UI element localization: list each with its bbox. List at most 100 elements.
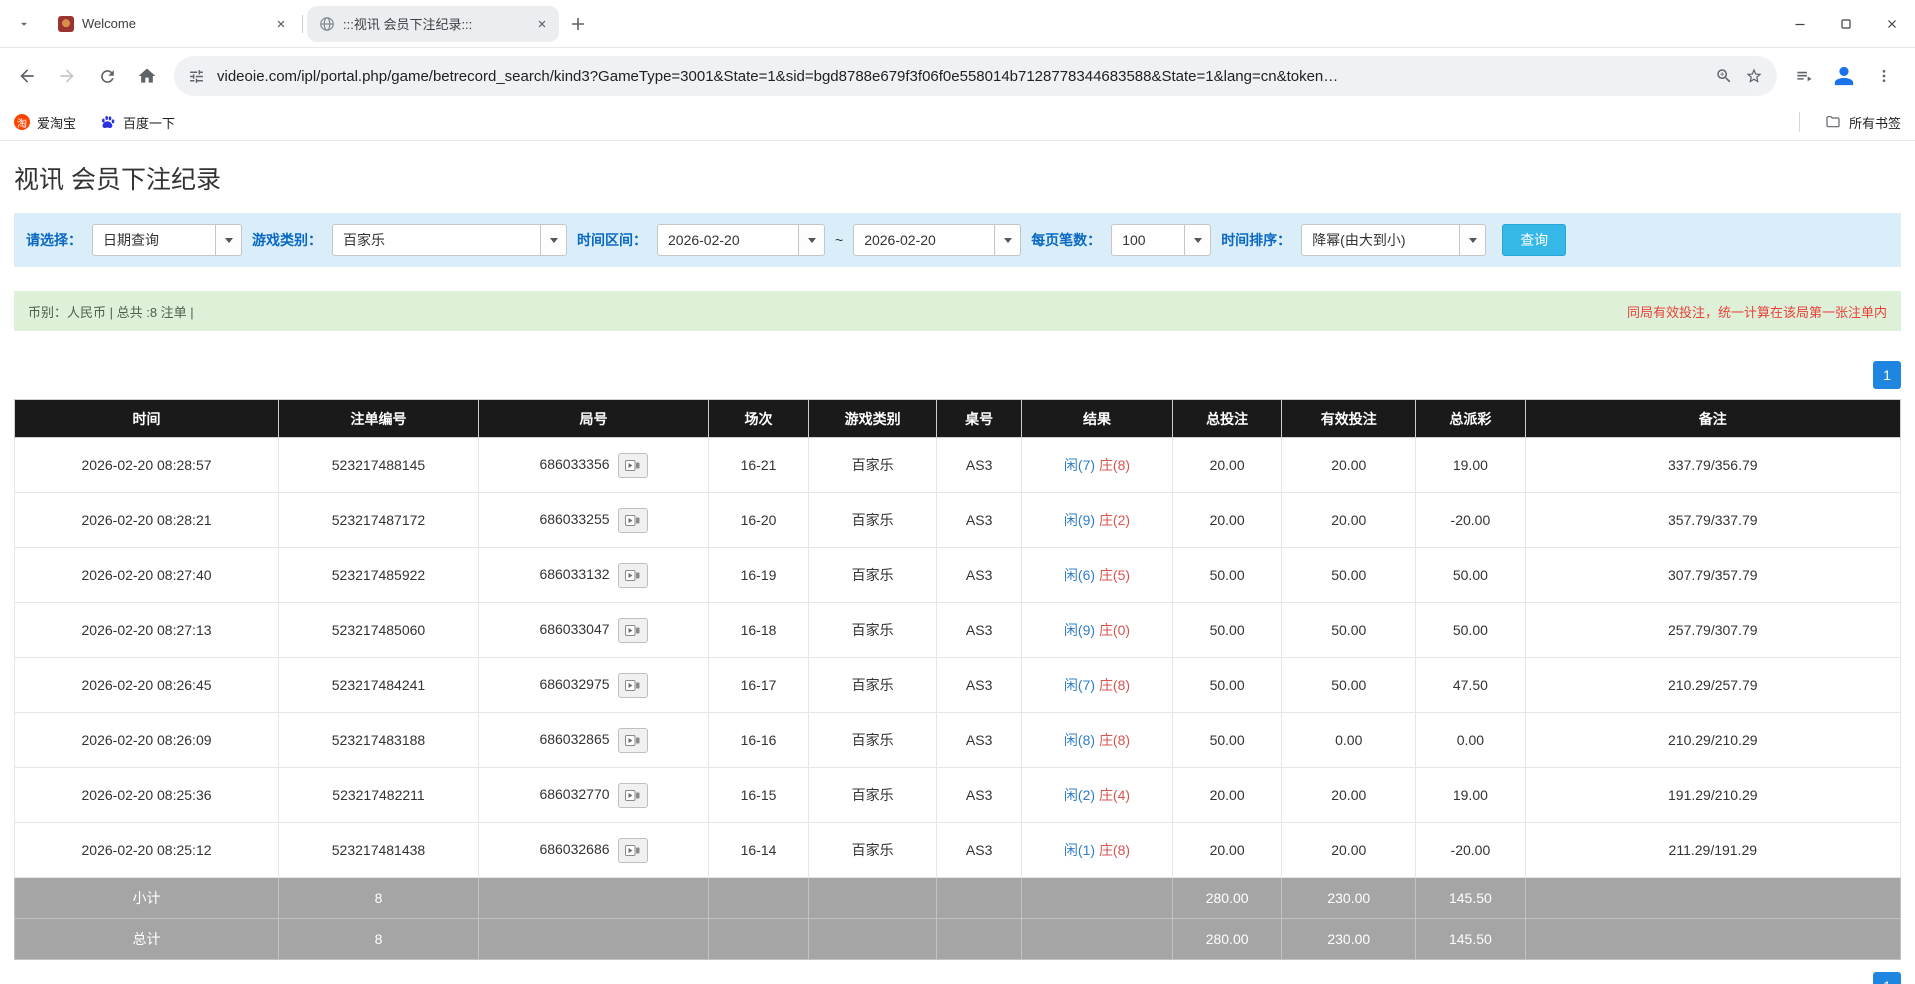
video-replay-icon bbox=[625, 459, 640, 471]
taobao-icon: 淘 bbox=[14, 114, 30, 130]
query-type-label: 请选择： bbox=[26, 232, 82, 248]
footer-empty-cell bbox=[708, 877, 809, 919]
footer-empty-cell bbox=[708, 918, 809, 960]
cell-table-no: AS3 bbox=[936, 547, 1023, 603]
page-size-select[interactable]: 100 bbox=[1111, 224, 1212, 256]
chevron-down-icon[interactable] bbox=[994, 225, 1021, 255]
query-type-select[interactable]: 日期查询 bbox=[92, 224, 242, 256]
chevron-down-icon[interactable] bbox=[215, 225, 241, 255]
round-replay-button[interactable] bbox=[617, 507, 648, 533]
sort-select[interactable]: 降幂(由大到小) bbox=[1301, 224, 1487, 256]
url-text: videoie.com/ipl/portal.php/game/betrecor… bbox=[217, 67, 1339, 85]
minimize-button[interactable] bbox=[1777, 0, 1823, 47]
chevron-down-icon[interactable] bbox=[540, 225, 566, 255]
cell-total-bet[interactable]: 20.00 bbox=[1171, 822, 1283, 878]
table-row: 2026-02-20 08:25:12 523217481438 686032686… bbox=[13, 822, 1902, 878]
result-banker: 庄(4) bbox=[1098, 787, 1131, 803]
chevron-down-icon[interactable] bbox=[798, 225, 824, 255]
table-row: 2026-02-20 08:27:13 523217485060 686033047… bbox=[13, 602, 1902, 658]
date-from-select[interactable]: 2026-02-20 bbox=[657, 224, 825, 256]
site-info-icon[interactable] bbox=[188, 68, 205, 85]
round-replay-button[interactable] bbox=[617, 617, 648, 643]
tab-welcome[interactable]: Welcome bbox=[46, 6, 298, 42]
cell-round: 686032865 bbox=[477, 712, 710, 768]
tab-close-icon[interactable] bbox=[272, 15, 290, 33]
menu-button[interactable] bbox=[1865, 57, 1903, 95]
home-icon bbox=[138, 68, 156, 83]
column-header: 局号 bbox=[477, 399, 710, 438]
refresh-button[interactable] bbox=[88, 57, 126, 95]
cell-result: 闲(7) 庄(8) bbox=[1021, 657, 1173, 713]
all-bookmarks-button[interactable]: 所有书签 bbox=[1824, 113, 1901, 132]
zoom-icon[interactable] bbox=[1715, 67, 1733, 85]
welcome-favicon-icon bbox=[58, 15, 74, 32]
column-header: 场次 bbox=[708, 399, 809, 438]
round-replay-button[interactable] bbox=[617, 837, 648, 863]
maximize-button[interactable] bbox=[1823, 0, 1869, 47]
cell-result: 闲(6) 庄(5) bbox=[1021, 547, 1173, 603]
cell-note: 307.79/357.79 bbox=[1524, 547, 1902, 603]
bookmark-label: 百度一下 bbox=[123, 115, 176, 131]
round-replay-button[interactable] bbox=[617, 452, 648, 478]
tab-search-button[interactable] bbox=[10, 10, 38, 38]
bookmark-aitaobao[interactable]: 淘 爱淘宝 bbox=[14, 113, 76, 132]
table-row: 2026-02-20 08:28:57 523217488145 686033356… bbox=[13, 437, 1902, 493]
round-replay-button[interactable] bbox=[617, 562, 648, 588]
footer-empty-cell bbox=[1524, 877, 1902, 919]
cell-total-bet[interactable]: 20.00 bbox=[1171, 767, 1283, 823]
cell-table-no: AS3 bbox=[936, 492, 1023, 548]
date-range-label: 时间区间： bbox=[577, 232, 647, 248]
cell-session: 16-16 bbox=[708, 712, 809, 768]
address-bar[interactable]: videoie.com/ipl/portal.php/game/betrecor… bbox=[174, 56, 1777, 96]
table-row: 2026-02-20 08:25:36 523217482211 686032770… bbox=[13, 767, 1902, 823]
cell-total-bet[interactable]: 20.00 bbox=[1171, 492, 1283, 548]
round-replay-button[interactable] bbox=[617, 672, 648, 698]
tab-divider bbox=[302, 14, 303, 33]
round-number: 686032770 bbox=[539, 785, 610, 802]
tab-close-icon[interactable] bbox=[533, 15, 551, 33]
forward-button[interactable] bbox=[48, 57, 86, 95]
bookmark-baidu[interactable]: 百度一下 bbox=[100, 113, 175, 132]
cell-total-bet[interactable]: 50.00 bbox=[1171, 712, 1283, 768]
video-replay-icon bbox=[625, 514, 640, 526]
footer-valid-bet: 230.00 bbox=[1281, 877, 1417, 919]
date-to-select[interactable]: 2026-02-20 bbox=[853, 224, 1022, 256]
profile-avatar[interactable] bbox=[1825, 57, 1863, 95]
new-tab-button[interactable] bbox=[563, 9, 593, 39]
search-button[interactable]: 查询 bbox=[1502, 224, 1567, 256]
tab-betrecord[interactable]: :::视讯 会员下注纪录::: bbox=[307, 5, 559, 42]
cell-total-bet[interactable]: 50.00 bbox=[1171, 657, 1283, 713]
table-row: 2026-02-20 08:28:21 523217487172 686033255… bbox=[13, 492, 1902, 548]
round-replay-button[interactable] bbox=[617, 782, 648, 808]
bookmark-star-icon[interactable] bbox=[1745, 67, 1763, 85]
cell-total-bet[interactable]: 50.00 bbox=[1171, 547, 1283, 603]
cell-total-bet[interactable]: 50.00 bbox=[1171, 602, 1283, 658]
page-1-button[interactable]: 1 bbox=[1873, 361, 1901, 389]
page-1-button[interactable]: 1 bbox=[1873, 972, 1901, 984]
chevron-down-icon[interactable] bbox=[1184, 225, 1211, 255]
cell-result: 闲(2) 庄(4) bbox=[1021, 767, 1173, 823]
home-button[interactable] bbox=[128, 57, 166, 95]
cell-time: 2026-02-20 08:28:57 bbox=[13, 437, 280, 493]
globe-icon bbox=[319, 16, 335, 32]
footer-empty-cell bbox=[1021, 918, 1173, 960]
round-number: 686033356 bbox=[539, 455, 610, 472]
tab-bar: Welcome :::视讯 会员下注纪录::: bbox=[0, 0, 1915, 48]
cell-bet-id: 523217481438 bbox=[278, 822, 479, 878]
cell-round: 686032770 bbox=[477, 767, 710, 823]
cell-note: 357.79/337.79 bbox=[1524, 492, 1902, 548]
video-replay-icon bbox=[625, 624, 640, 636]
cell-round: 686033255 bbox=[477, 492, 710, 548]
close-button[interactable] bbox=[1869, 0, 1915, 47]
back-button[interactable] bbox=[8, 57, 46, 95]
round-number: 686033132 bbox=[539, 565, 610, 582]
cell-result: 闲(9) 庄(0) bbox=[1021, 602, 1173, 658]
game-type-select[interactable]: 百家乐 bbox=[332, 224, 567, 256]
cell-total-bet[interactable]: 20.00 bbox=[1171, 437, 1283, 493]
media-controls-button[interactable] bbox=[1785, 57, 1823, 95]
round-replay-button[interactable] bbox=[617, 727, 648, 753]
chevron-down-icon[interactable] bbox=[1459, 225, 1486, 255]
cell-session: 16-19 bbox=[708, 547, 809, 603]
cell-time: 2026-02-20 08:27:40 bbox=[13, 547, 280, 603]
cell-session: 16-20 bbox=[708, 492, 809, 548]
